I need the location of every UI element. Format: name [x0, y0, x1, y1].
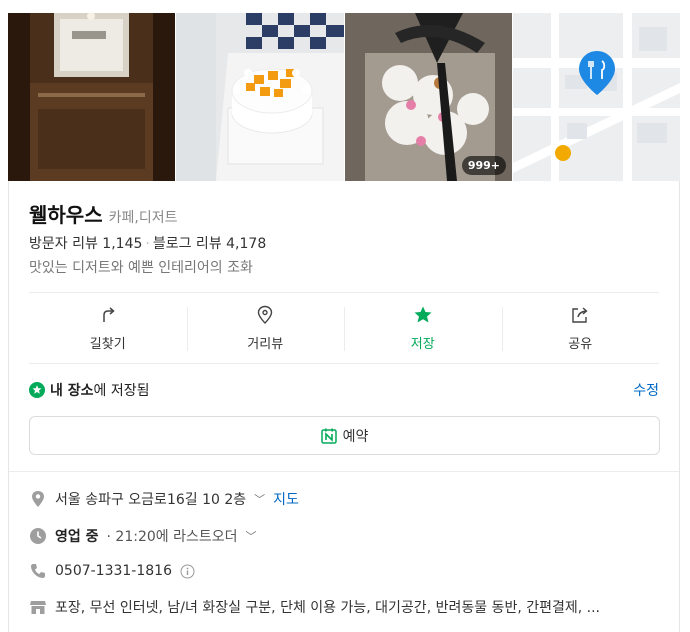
- place-category: 카페,디저트: [108, 210, 178, 226]
- save-button[interactable]: 저장: [344, 293, 502, 363]
- directions-button[interactable]: 길찾기: [29, 293, 187, 363]
- place-title-row: 웰하우스 카페,디저트: [29, 199, 177, 228]
- reservation-label: 예약: [342, 428, 369, 445]
- place-description: 맛있는 디저트와 예쁜 인테리어의 조화: [29, 260, 253, 276]
- gallery-photo-interior[interactable]: [8, 13, 175, 181]
- phone-number[interactable]: 0507-1331-1816: [55, 563, 172, 579]
- phone-icon: [31, 564, 45, 578]
- visitor-review-link[interactable]: 방문자 리뷰 1,145: [29, 236, 142, 252]
- map-pin-icon: [579, 51, 615, 95]
- save-label: 저장: [410, 336, 435, 352]
- edit-saved-link[interactable]: 수정: [633, 380, 659, 400]
- last-order-text: · 21:20에 라스트오더: [106, 529, 238, 545]
- saved-status: 내 장소에 저장됨: [29, 380, 150, 400]
- directions-icon: [103, 306, 115, 322]
- saved-status-row: 내 장소에 저장됨 수정: [29, 380, 659, 400]
- saved-suffix: 에 저장됨: [93, 383, 150, 399]
- hours-row: 영업 중 · 21:20에 라스트오더 ﹀: [29, 526, 257, 546]
- amenities-row: 포장, 무선 인터넷, 남/녀 화장실 구분, 단체 이용 가능, 대기공간, …: [29, 597, 667, 617]
- location-pin-icon: [32, 491, 44, 507]
- review-counts: 방문자 리뷰 1,145 · 블로그 리뷰 4,178: [29, 233, 266, 253]
- directions-label: 길찾기: [89, 336, 126, 352]
- business-status: 영업 중: [55, 529, 99, 545]
- gallery-photo-packaged-cakes[interactable]: 999+: [345, 13, 512, 181]
- photo-count-badge: 999+: [461, 156, 506, 175]
- my-places-label: 내 장소: [50, 383, 94, 399]
- share-label: 공유: [568, 336, 593, 352]
- action-bar: 길찾기 거리뷰 저장 공유: [29, 292, 659, 364]
- chevron-down-icon[interactable]: ﹀: [246, 528, 257, 544]
- share-button[interactable]: 공유: [501, 293, 660, 363]
- streetview-label: 거리뷰: [247, 336, 284, 352]
- clock-icon: [30, 528, 46, 544]
- streetview-button[interactable]: 거리뷰: [186, 293, 345, 363]
- store-icon: [30, 601, 46, 614]
- section-divider: [9, 471, 679, 472]
- separator-dot: ·: [145, 236, 150, 252]
- map-link[interactable]: 지도: [273, 489, 299, 509]
- address-text: 서울 송파구 오금로16길 10 2층: [55, 492, 247, 508]
- star-icon: [414, 306, 432, 322]
- amenities-text: 포장, 무선 인터넷, 남/녀 화장실 구분, 단체 이용 가능, 대기공간, …: [55, 600, 600, 616]
- photo-gallery: 999+: [8, 13, 680, 181]
- place-info-card: 웰하우스 카페,디저트 방문자 리뷰 1,145 · 블로그 리뷰 4,178 맛있…: [8, 181, 680, 632]
- info-icon[interactable]: [180, 564, 195, 579]
- phone-row: 0507-1331-1816: [29, 562, 195, 580]
- saved-star-icon: [29, 382, 45, 398]
- address-row: 서울 송파구 오금로16길 10 2층 ﹀ 지도: [29, 489, 299, 509]
- gallery-map-thumbnail[interactable]: [513, 13, 680, 181]
- blog-review-link[interactable]: 블로그 리뷰 4,178: [153, 236, 266, 252]
- streetview-icon: [258, 305, 273, 324]
- gallery-photo-cake[interactable]: [176, 13, 344, 181]
- chevron-down-icon[interactable]: ﹀: [254, 491, 265, 507]
- reservation-button[interactable]: 예약: [29, 416, 660, 455]
- share-icon: [572, 306, 588, 323]
- naver-booking-icon: [320, 428, 337, 444]
- place-name: 웰하우스: [29, 203, 103, 227]
